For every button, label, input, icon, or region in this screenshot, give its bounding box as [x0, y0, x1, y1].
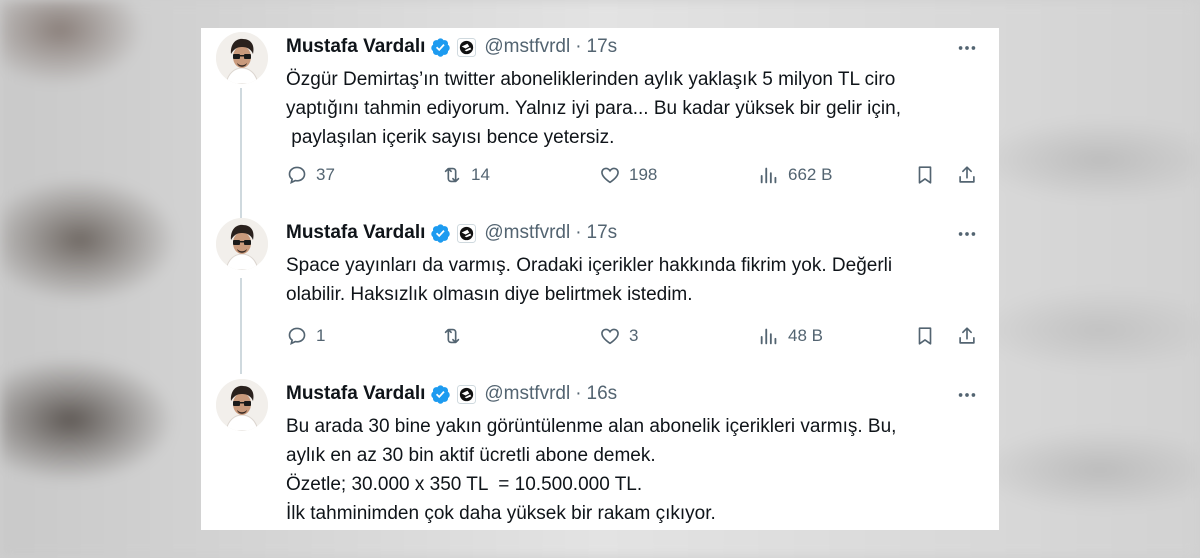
tweet-actions: 1 3 48 B: [286, 324, 986, 348]
author-name[interactable]: Mustafa Vardalı: [286, 222, 425, 244]
avatar[interactable]: [216, 379, 268, 431]
timestamp[interactable]: 17s: [587, 222, 618, 244]
affiliation-icon[interactable]: [457, 384, 477, 404]
reply-button[interactable]: 37: [286, 163, 335, 187]
share-button[interactable]: [956, 324, 978, 348]
tweet-text-line: yaptığını tahmin ediyorum. Yalnız iyi pa…: [286, 98, 901, 119]
bookmark-icon: [918, 166, 932, 184]
affiliation-icon[interactable]: [457, 37, 477, 57]
separator-dot: ·: [575, 36, 582, 57]
tweet[interactable]: Mustafa Vardalı @mstfvrdl · 17s Space ya…: [201, 218, 999, 348]
tweet-text-line: Özetle; 30.000 x 350 TL = 10.500.000 TL.: [286, 474, 643, 495]
views-button[interactable]: 48 B: [758, 324, 823, 348]
repost-count: 14: [471, 165, 490, 184]
like-icon: [601, 328, 619, 345]
author-handle[interactable]: @mstfvrdl: [484, 383, 570, 405]
separator-dot: ·: [575, 222, 582, 243]
more-icon[interactable]: [955, 383, 979, 407]
views-button[interactable]: 662 B: [758, 163, 832, 187]
share-icon: [959, 327, 975, 344]
tweet[interactable]: Mustafa Vardalı @mstfvrdl · 16s Bu arada…: [201, 379, 999, 530]
like-icon: [601, 167, 619, 184]
timestamp[interactable]: 16s: [587, 383, 618, 405]
tweet-text: Space yayınları da varmış. Oradaki içeri…: [286, 251, 976, 309]
tweet-text-line: Space yayınları da varmış. Oradaki içeri…: [286, 255, 893, 276]
timestamp[interactable]: 17s: [587, 36, 618, 58]
author-handle[interactable]: @mstfvrdl: [484, 36, 570, 58]
view-count: 662 B: [788, 165, 833, 184]
separator-dot: ·: [575, 383, 582, 404]
view-count: 48 B: [788, 326, 823, 345]
reply-icon: [288, 166, 306, 185]
tweet-text-line: Özgür Demirtaş’ın twitter aboneliklerind…: [286, 69, 896, 90]
more-icon[interactable]: [955, 36, 979, 60]
verified-badge-icon: [430, 384, 451, 405]
like-count: 3: [629, 326, 639, 345]
tweet-text-line: aylık en az 30 bin aktif ücretli abone d…: [286, 445, 656, 466]
like-count: 198: [629, 165, 658, 184]
share-icon: [959, 166, 975, 183]
more-icon[interactable]: [955, 222, 979, 246]
bookmark-button[interactable]: [914, 324, 936, 348]
views-icon: [760, 328, 777, 345]
tweet-text-line: Bu arada 30 bine yakın görüntülenme alan…: [286, 416, 897, 437]
author-name[interactable]: Mustafa Vardalı: [286, 383, 425, 405]
share-button[interactable]: [956, 163, 978, 187]
bookmark-icon: [918, 327, 932, 345]
tweet-thread: Mustafa Vardalı @mstfvrdl · 17s Özgür De…: [201, 28, 999, 530]
like-button[interactable]: 3: [599, 324, 638, 348]
tweet-text: Bu arada 30 bine yakın görüntülenme alan…: [286, 412, 976, 528]
reply-button[interactable]: 1: [286, 324, 325, 348]
repost-button[interactable]: 14: [441, 163, 490, 187]
bookmark-button[interactable]: [914, 163, 936, 187]
tweet-text-line: İlk tahminimden çok daha yüksek bir raka…: [286, 503, 716, 524]
tweet-text-line: olabilir. Haksızlık olmasın diye belirtm…: [286, 284, 693, 305]
tweet-text-line: paylaşılan içerik sayısı bence yetersiz.: [286, 127, 615, 148]
tweet-header: Mustafa Vardalı @mstfvrdl · 17s: [286, 220, 617, 246]
like-button[interactable]: 198: [599, 163, 657, 187]
tweet[interactable]: Mustafa Vardalı @mstfvrdl · 17s Özgür De…: [201, 32, 999, 192]
reply-count: 1: [316, 326, 326, 345]
views-icon: [760, 167, 777, 184]
author-handle[interactable]: @mstfvrdl: [484, 222, 570, 244]
reply-icon: [288, 327, 306, 346]
avatar[interactable]: [216, 32, 268, 84]
avatar[interactable]: [216, 218, 268, 270]
repost-button[interactable]: [441, 324, 471, 348]
verified-badge-icon: [430, 223, 451, 244]
tweet-text: Özgür Demirtaş’ın twitter aboneliklerind…: [286, 65, 976, 152]
author-name[interactable]: Mustafa Vardalı: [286, 36, 425, 58]
tweet-header: Mustafa Vardalı @mstfvrdl · 16s: [286, 381, 617, 407]
reply-count: 37: [316, 165, 335, 184]
repost-icon: [444, 167, 460, 183]
tweet-actions: 37 14 198 662 B: [286, 163, 986, 187]
tweet-header: Mustafa Vardalı @mstfvrdl · 17s: [286, 34, 617, 60]
repost-icon: [444, 328, 460, 344]
verified-badge-icon: [430, 37, 451, 58]
affiliation-icon[interactable]: [457, 223, 477, 243]
